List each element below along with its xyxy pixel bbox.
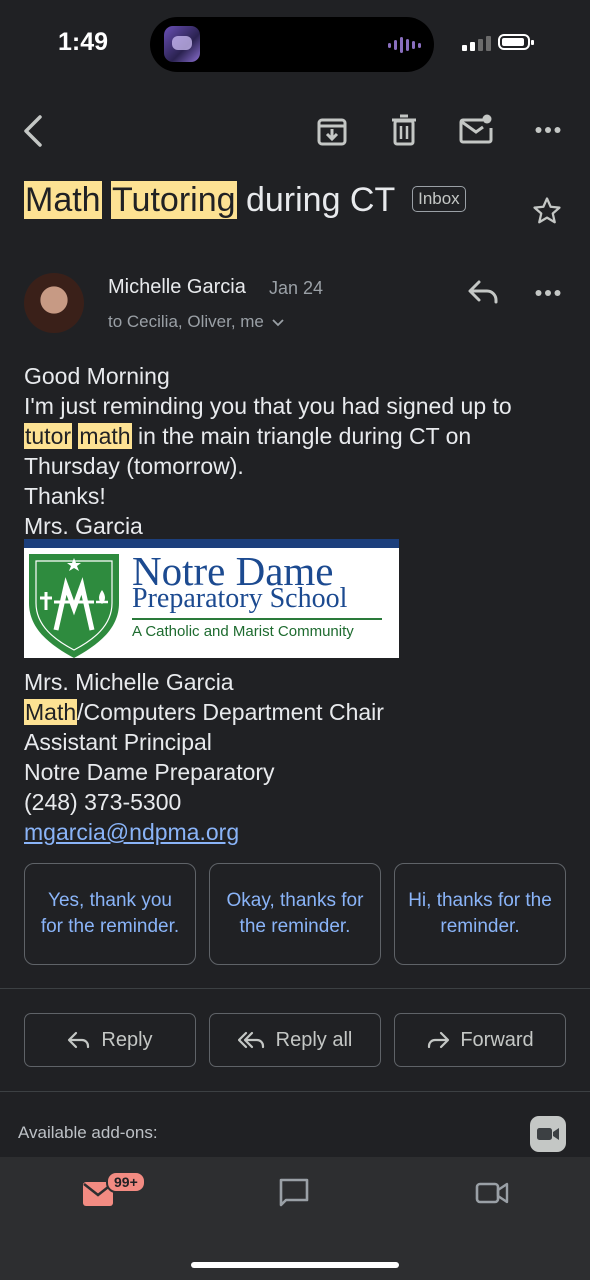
body-line-3: Thursday (tomorrow). — [24, 453, 244, 479]
divider — [0, 988, 590, 989]
email-signature: Mrs. Michelle Garcia Math/Computers Depa… — [24, 667, 384, 847]
recipients-text: to Cecilia, Oliver, me — [108, 312, 264, 331]
signature-name: Mrs. Michelle Garcia — [24, 669, 234, 695]
signature-email-link[interactable]: mgarcia@ndpma.org — [24, 819, 239, 845]
smart-reply-1[interactable]: Yes, thank you for the reminder. — [24, 863, 196, 965]
sender-avatar[interactable] — [24, 273, 84, 333]
body-line-4: Thanks! — [24, 483, 106, 509]
sender-name[interactable]: Michelle Garcia — [108, 276, 246, 299]
inbox-label-chip[interactable]: Inbox — [412, 186, 466, 213]
body-line-2-text: in the main triangle during CT on — [131, 423, 472, 449]
forward-button[interactable]: Forward — [394, 1013, 566, 1067]
signature-org: Notre Dame Preparatory — [24, 759, 275, 785]
chevron-down-icon — [271, 319, 284, 327]
signature-role: Assistant Principal — [24, 729, 212, 755]
back-arrow-icon[interactable] — [20, 114, 48, 148]
divider — [0, 1091, 590, 1092]
body-line-5: Mrs. Garcia — [24, 513, 143, 539]
status-time: 1:49 — [58, 28, 109, 56]
signature-title: Math/Computers Department Chair — [24, 697, 384, 727]
school-shield-icon — [29, 554, 119, 658]
reply-arrow-icon[interactable] — [467, 279, 499, 305]
email-body: Good Morning I'm just reminding you that… — [24, 361, 574, 541]
smart-reply-3[interactable]: Hi, thanks for the reminder. — [394, 863, 566, 965]
signature-phone[interactable]: (248) 373-5300 — [24, 787, 384, 817]
reply-all-button-label: Reply all — [275, 1028, 353, 1051]
battery-icon — [498, 34, 534, 50]
mark-unread-icon[interactable] — [459, 114, 493, 144]
forward-icon — [428, 1031, 450, 1049]
star-icon[interactable] — [532, 196, 562, 226]
dynamic-island[interactable] — [150, 17, 434, 72]
video-camera-icon — [537, 1128, 559, 1140]
chat-tab-icon[interactable] — [278, 1177, 310, 1209]
logo-text-tagline: A Catholic and Marist Community — [132, 623, 354, 640]
signature-title-text: /Computers Department Chair — [77, 699, 384, 725]
cellular-signal-icon — [462, 36, 491, 51]
logo-text-prep-school: Preparatory School — [132, 583, 348, 614]
meet-tab-icon[interactable] — [475, 1181, 509, 1205]
body-line-1: I'm just reminding you that you had sign… — [24, 393, 512, 419]
reply-button[interactable]: Reply — [24, 1013, 196, 1067]
smart-reply-2[interactable]: Okay, thanks for the reminder. — [209, 863, 381, 965]
email-subject: Math Tutoring during CT Inbox — [24, 181, 466, 220]
home-indicator[interactable] — [191, 1262, 399, 1268]
forward-button-label: Forward — [460, 1028, 534, 1051]
reply-button-label: Reply — [101, 1028, 153, 1051]
subject-text: during CT — [236, 181, 395, 219]
subject-highlight-tutoring: Tutoring — [111, 181, 237, 219]
mail-unread-badge: 99+ — [106, 1171, 146, 1193]
logo-divider — [132, 618, 382, 620]
highlight-tutor: tutor — [24, 423, 73, 449]
audio-waveform-icon — [388, 37, 421, 53]
more-options-icon[interactable] — [535, 126, 561, 134]
highlight-math-signature: Math — [24, 699, 78, 725]
recipients-toggle[interactable]: to Cecilia, Oliver, me — [108, 312, 284, 332]
delete-icon[interactable] — [390, 114, 418, 146]
reply-icon — [68, 1031, 90, 1049]
body-line-2: tutor math in the main triangle during C… — [24, 421, 574, 451]
reply-all-button[interactable]: Reply all — [209, 1013, 381, 1067]
now-playing-artwork — [164, 26, 200, 62]
body-greeting: Good Morning — [24, 363, 170, 389]
email-date: Jan 24 — [269, 278, 324, 298]
message-more-options-icon[interactable] — [535, 289, 561, 297]
addon-zoom-button[interactable] — [530, 1116, 566, 1152]
subject-highlight-math: Math — [24, 181, 102, 219]
highlight-math: math — [78, 423, 132, 449]
archive-icon[interactable] — [316, 115, 348, 147]
reply-all-icon — [237, 1031, 264, 1049]
available-addons-label: Available add-ons: — [18, 1123, 158, 1142]
school-logo-image[interactable]: Notre Dame Preparatory School A Catholic… — [24, 539, 399, 658]
